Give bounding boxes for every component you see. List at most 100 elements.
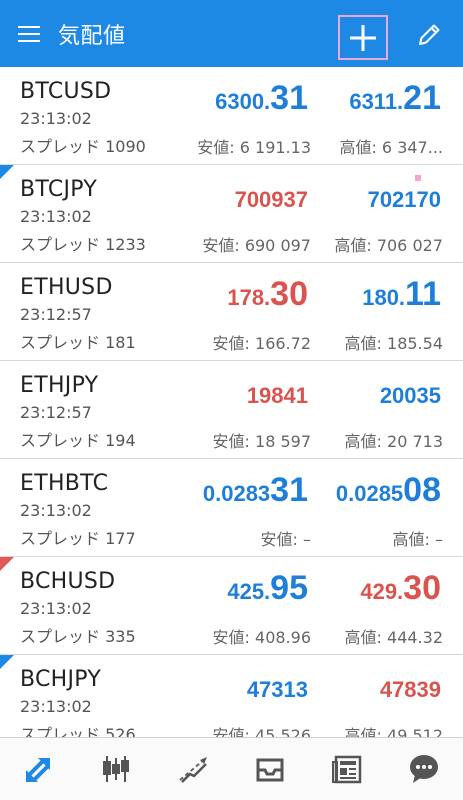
high-value: 高値: 6 347... bbox=[339, 138, 443, 157]
bid-price: 700937 bbox=[235, 177, 308, 213]
bid-price: 0.028331 bbox=[203, 471, 308, 510]
high-value: 高値: 185.54 bbox=[344, 334, 443, 353]
edit-button[interactable] bbox=[412, 18, 446, 52]
add-symbol-button[interactable] bbox=[338, 15, 388, 60]
bid-price-prefix: 178. bbox=[227, 285, 271, 310]
spread-value: スプレッド 177 bbox=[20, 529, 136, 548]
ask-price: 47839 bbox=[380, 667, 441, 703]
ask-price: 6311.21 bbox=[349, 79, 441, 118]
high-value: 高値: 444.32 bbox=[344, 628, 443, 647]
quote-time: 23:13:02 bbox=[20, 697, 92, 716]
bid-price-prefix: 425. bbox=[227, 579, 271, 604]
quote-time: 23:13:02 bbox=[20, 599, 92, 618]
bid-price-value: 19841 bbox=[246, 383, 308, 408]
ask-price: 20035 bbox=[380, 373, 441, 409]
quotes-arrows-icon bbox=[25, 758, 50, 782]
spread-value: スプレッド 194 bbox=[20, 431, 136, 450]
hamburger-icon bbox=[18, 25, 40, 42]
quote-row[interactable]: ETHBTC 23:13:02 スプレッド 177 0.028331 0.028508 安… bbox=[0, 459, 463, 557]
high-value: 高値: 20 713 bbox=[344, 432, 443, 451]
bottom-navigation bbox=[0, 737, 463, 800]
inbox-tray-icon bbox=[256, 758, 284, 782]
bid-price-pips: 31 bbox=[270, 471, 308, 509]
bid-price: 6300.31 bbox=[215, 79, 308, 118]
low-value: 安値: – bbox=[260, 530, 311, 549]
quote-time: 23:13:02 bbox=[20, 207, 92, 226]
bid-price: 47313 bbox=[247, 667, 308, 703]
ask-price-prefix: 0.0285 bbox=[335, 481, 404, 506]
ask-price: 0.028508 bbox=[336, 471, 441, 510]
low-value: 安値: 6 191.13 bbox=[197, 138, 311, 157]
quote-time: 23:12:57 bbox=[20, 305, 92, 324]
ask-price-pips: 11 bbox=[405, 275, 441, 313]
low-value: 安値: 45 526 bbox=[212, 726, 311, 737]
symbol-name: ETHJPY bbox=[20, 373, 99, 398]
spread-value: スプレッド 181 bbox=[20, 333, 136, 352]
quote-row[interactable]: BTCJPY 23:13:02 スプレッド 1233 700937 702170 安値: … bbox=[0, 165, 463, 263]
ask-price-prefix: 429. bbox=[360, 579, 404, 604]
menu-button[interactable] bbox=[0, 0, 58, 67]
ask-price-pips: 08 bbox=[403, 471, 441, 509]
app-bar: 気配値 bbox=[0, 0, 463, 67]
ask-price-value: 702170 bbox=[367, 187, 441, 212]
bid-price-pips: 95 bbox=[270, 569, 308, 607]
symbol-name: BCHJPY bbox=[20, 667, 102, 692]
nav-quotes[interactable] bbox=[9, 739, 69, 799]
pencil-icon bbox=[419, 24, 440, 45]
bid-price: 19841 bbox=[247, 373, 308, 409]
ask-price: 429.30 bbox=[360, 569, 441, 608]
quote-row[interactable]: BCHUSD 23:13:02 スプレッド 335 425.95 429.30 安値: 4… bbox=[0, 557, 463, 655]
symbol-name: ETHBTC bbox=[20, 471, 109, 496]
bid-price-value: 700937 bbox=[234, 187, 308, 212]
spread-value: スプレッド 1090 bbox=[20, 137, 146, 156]
symbol-name: ETHUSD bbox=[20, 275, 113, 300]
quote-row[interactable]: ETHJPY 23:12:57 スプレッド 194 19841 20035 安値: 18 … bbox=[0, 361, 463, 459]
quote-list[interactable]: BTCUSD 23:13:02 スプレッド 1090 6300.31 6311.21 安値… bbox=[0, 67, 463, 737]
quote-time: 23:12:57 bbox=[20, 403, 92, 422]
quote-time: 23:13:02 bbox=[20, 501, 92, 520]
nav-trade[interactable] bbox=[163, 739, 223, 799]
bid-price-pips: 30 bbox=[270, 275, 308, 313]
ask-price-value: 47839 bbox=[379, 677, 441, 702]
bid-price-prefix: 0.0283 bbox=[202, 481, 271, 506]
bid-price: 425.95 bbox=[227, 569, 308, 608]
price-change-marker bbox=[0, 557, 14, 571]
symbol-name: BTCUSD bbox=[20, 79, 112, 104]
quote-row[interactable]: BCHJPY 23:13:02 スプレッド 526 47313 47839 安値: 45 … bbox=[0, 655, 463, 737]
nav-news[interactable] bbox=[317, 739, 377, 799]
nav-history[interactable] bbox=[240, 739, 300, 799]
high-value: 高値: 49 512 bbox=[344, 726, 443, 737]
low-value: 安値: 166.72 bbox=[212, 334, 311, 353]
ask-price-prefix: 180. bbox=[362, 285, 406, 310]
spread-value: スプレッド 335 bbox=[20, 627, 136, 646]
page-title: 気配値 bbox=[58, 23, 126, 49]
ask-price: 180.11 bbox=[362, 275, 441, 314]
plus-icon bbox=[350, 24, 376, 51]
bid-price: 178.30 bbox=[227, 275, 308, 314]
quote-row[interactable]: ETHUSD 23:12:57 スプレッド 181 178.30 180.11 安値: 1… bbox=[0, 263, 463, 361]
high-value: 高値: 706 027 bbox=[334, 236, 443, 255]
bid-price-pips: 31 bbox=[270, 79, 308, 117]
ask-price-pips: 30 bbox=[403, 569, 441, 607]
spread-value: スプレッド 1233 bbox=[20, 235, 146, 254]
high-value: 高値: – bbox=[392, 530, 443, 549]
low-value: 安値: 18 597 bbox=[212, 432, 311, 451]
quote-row[interactable]: BTCUSD 23:13:02 スプレッド 1090 6300.31 6311.21 安値… bbox=[0, 67, 463, 165]
ask-price-prefix: 6311. bbox=[349, 89, 404, 114]
trade-lines-icon bbox=[179, 757, 207, 783]
price-change-marker bbox=[0, 655, 14, 669]
nav-chart[interactable] bbox=[86, 739, 146, 799]
spread-value: スプレッド 526 bbox=[20, 725, 136, 737]
news-icon bbox=[332, 755, 362, 784]
bid-price-value: 47313 bbox=[246, 677, 308, 702]
low-value: 安値: 408.96 bbox=[212, 628, 311, 647]
symbol-name: BCHUSD bbox=[20, 569, 116, 594]
low-value: 安値: 690 097 bbox=[202, 236, 311, 255]
nav-chat[interactable] bbox=[394, 739, 454, 799]
ask-price-value: 20035 bbox=[379, 383, 441, 408]
ask-price-pips: 21 bbox=[403, 79, 441, 117]
candlestick-chart-icon bbox=[102, 756, 129, 782]
ask-price: 702170 bbox=[368, 177, 441, 213]
quote-time: 23:13:02 bbox=[20, 109, 92, 128]
bid-price-prefix: 6300. bbox=[215, 89, 271, 114]
